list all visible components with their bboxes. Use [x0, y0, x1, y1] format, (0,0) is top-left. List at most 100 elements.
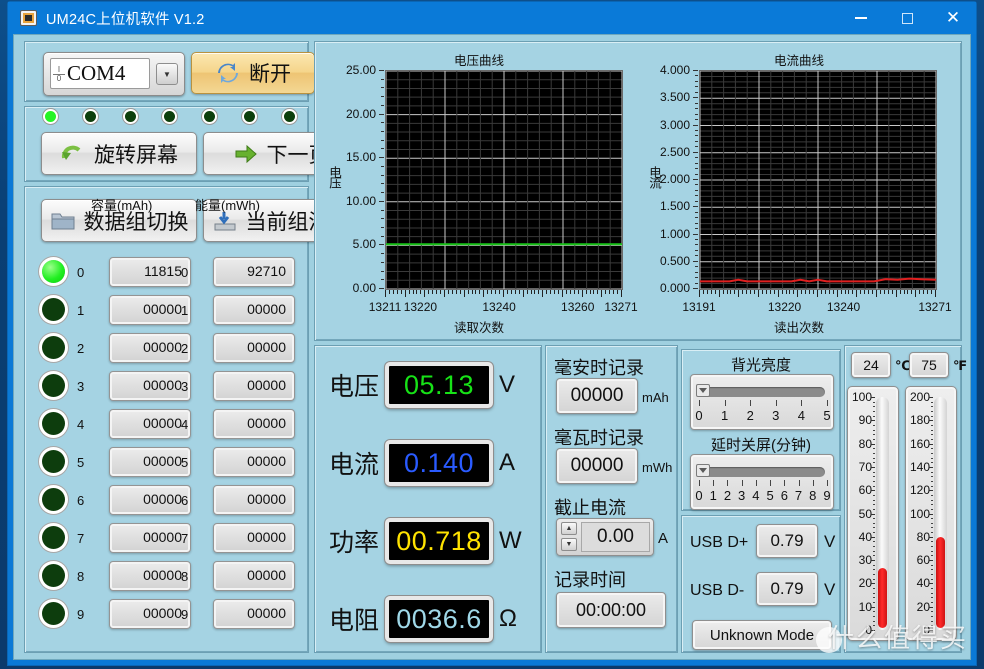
fahrenheit-value: 75: [909, 352, 949, 378]
stepper-up-icon[interactable]: ▲: [561, 522, 577, 535]
y-minor-tick: [695, 195, 698, 197]
meter-row: 电压 05.13 V: [329, 362, 515, 408]
thermo-tick-label: 50: [858, 506, 872, 521]
capacity-value-text: 00000: [143, 529, 182, 545]
row-index: 4: [77, 417, 85, 432]
row-index: 3: [181, 379, 189, 394]
row-index: 9: [77, 607, 85, 622]
y-tick-mark: [379, 70, 384, 71]
serial-port-value: COM4: [67, 61, 126, 85]
thermo-tick-label: 160: [909, 436, 930, 451]
energy-value: 00000: [213, 333, 295, 363]
usb-dminus-label: USB D-: [690, 582, 745, 599]
y-tick-label: 2.500: [659, 144, 690, 159]
row-index: 8: [77, 569, 85, 584]
energy-column-header: 能量(mWh): [195, 198, 260, 213]
stepper-down-icon[interactable]: ▼: [561, 538, 577, 551]
capacity-value-text: 00000: [143, 377, 182, 393]
row-index: 7: [181, 531, 189, 546]
energy-value-text: 00000: [247, 453, 286, 469]
minimize-button[interactable]: [838, 2, 884, 34]
row-index: 2: [77, 341, 85, 356]
energy-value-text: 00000: [247, 415, 286, 431]
chevron-down-icon[interactable]: ▼: [156, 63, 178, 85]
celsius-value: 24: [851, 352, 891, 378]
capacity-value: 00000: [109, 409, 191, 439]
refresh-icon: [215, 61, 241, 85]
page-led: [84, 111, 96, 122]
y-minor-tick: [381, 218, 384, 220]
disconnect-button[interactable]: 断开: [191, 52, 315, 94]
cutoff-current-stepper[interactable]: ▲ ▼ 0.00: [556, 518, 654, 556]
charts-panel: 电压曲线 电压 读取次数 0.00 5.00 10.00 15.00 20.00 25.0…: [314, 41, 962, 341]
y-minor-tick: [695, 75, 698, 77]
mwh-record-label: 毫瓦时记录: [554, 428, 644, 448]
group-led: [42, 488, 65, 511]
maximize-button[interactable]: [884, 2, 930, 34]
window-title: UM24C上位机软件 V1.2: [46, 12, 205, 28]
close-button[interactable]: ✕: [930, 2, 976, 34]
thermo-tick-label: 40: [916, 576, 930, 591]
brightness-track[interactable]: [699, 387, 825, 397]
meter-unit: Ω: [499, 605, 517, 632]
slider-tick-label: 1: [709, 488, 717, 503]
window-buttons: ✕: [838, 2, 976, 34]
mah-record-label: 毫安时记录: [554, 358, 644, 378]
y-minor-tick: [695, 119, 698, 121]
screen-off-slider[interactable]: 0123456789: [690, 454, 834, 510]
rotate-screen-button[interactable]: 旋转屏幕: [41, 132, 197, 175]
y-minor-tick: [695, 91, 698, 93]
y-minor-tick: [695, 189, 698, 191]
thermo-tick-label: 90: [858, 413, 872, 428]
thermo-tick-label: 40: [858, 529, 872, 544]
x-tick-strip: [385, 290, 623, 298]
cutoff-unit: A: [658, 530, 669, 547]
screen-off-track[interactable]: [699, 467, 825, 477]
group-led: [42, 526, 65, 549]
slider-tick-label: 5: [766, 488, 774, 503]
y-minor-tick: [695, 244, 698, 246]
thermo-tick-label: 100: [909, 506, 930, 521]
thermo-tick-label: 100: [851, 390, 872, 404]
y-minor-tick: [695, 140, 698, 142]
screen-off-thumb[interactable]: [696, 464, 710, 477]
cutoff-current-value: 0.00: [581, 522, 650, 552]
serial-port-select[interactable]: I0 COM4 ▼: [43, 52, 185, 96]
group-led: [42, 374, 65, 397]
mah-unit: mAh: [642, 390, 669, 405]
y-tick-mark: [379, 157, 384, 159]
y-minor-tick: [381, 131, 384, 133]
y-minor-tick: [695, 146, 698, 148]
page-led: [124, 111, 136, 122]
capacity-value-text: 00000: [143, 453, 182, 469]
capacity-value-text: 00000: [143, 339, 182, 355]
slider-tick-label: 3: [738, 488, 746, 503]
fahrenheit-thermometer: 0 20 40 60 80 100 120 140 160 180 200: [905, 386, 957, 641]
y-minor-tick: [381, 122, 384, 124]
y-minor-tick: [381, 78, 384, 80]
group-led: [42, 412, 65, 435]
serial-port-field[interactable]: I0 COM4: [50, 58, 150, 89]
fahrenheit-tube: [934, 397, 947, 630]
brightness-thumb[interactable]: [696, 384, 710, 397]
screen-off-ticks: [699, 480, 828, 488]
group-led: [42, 450, 65, 473]
capacity-value: 00000: [109, 485, 191, 515]
meter-label: 电压: [329, 373, 380, 401]
row-index: 6: [77, 493, 85, 508]
brightness-slider[interactable]: 0 1 2 3 4 5: [690, 374, 834, 430]
y-tick-label: 3.000: [659, 117, 690, 132]
thermo-tick-label: 70: [858, 459, 872, 474]
voltage-chart-xlabel: 读取次数: [453, 321, 504, 335]
meter-unit: W: [499, 527, 522, 554]
energy-value: 00000: [213, 295, 295, 325]
row-index: 5: [77, 455, 85, 470]
slider-tick-label: 4: [752, 488, 760, 503]
connection-panel: I0 COM4 ▼ 断开: [24, 41, 315, 102]
meter-label: 电流: [329, 451, 380, 479]
energy-value-text: 00000: [247, 605, 286, 621]
y-minor-tick: [695, 102, 698, 104]
y-tick-mark: [379, 244, 384, 246]
maximize-icon: [901, 12, 913, 24]
y-minor-tick: [695, 238, 698, 240]
